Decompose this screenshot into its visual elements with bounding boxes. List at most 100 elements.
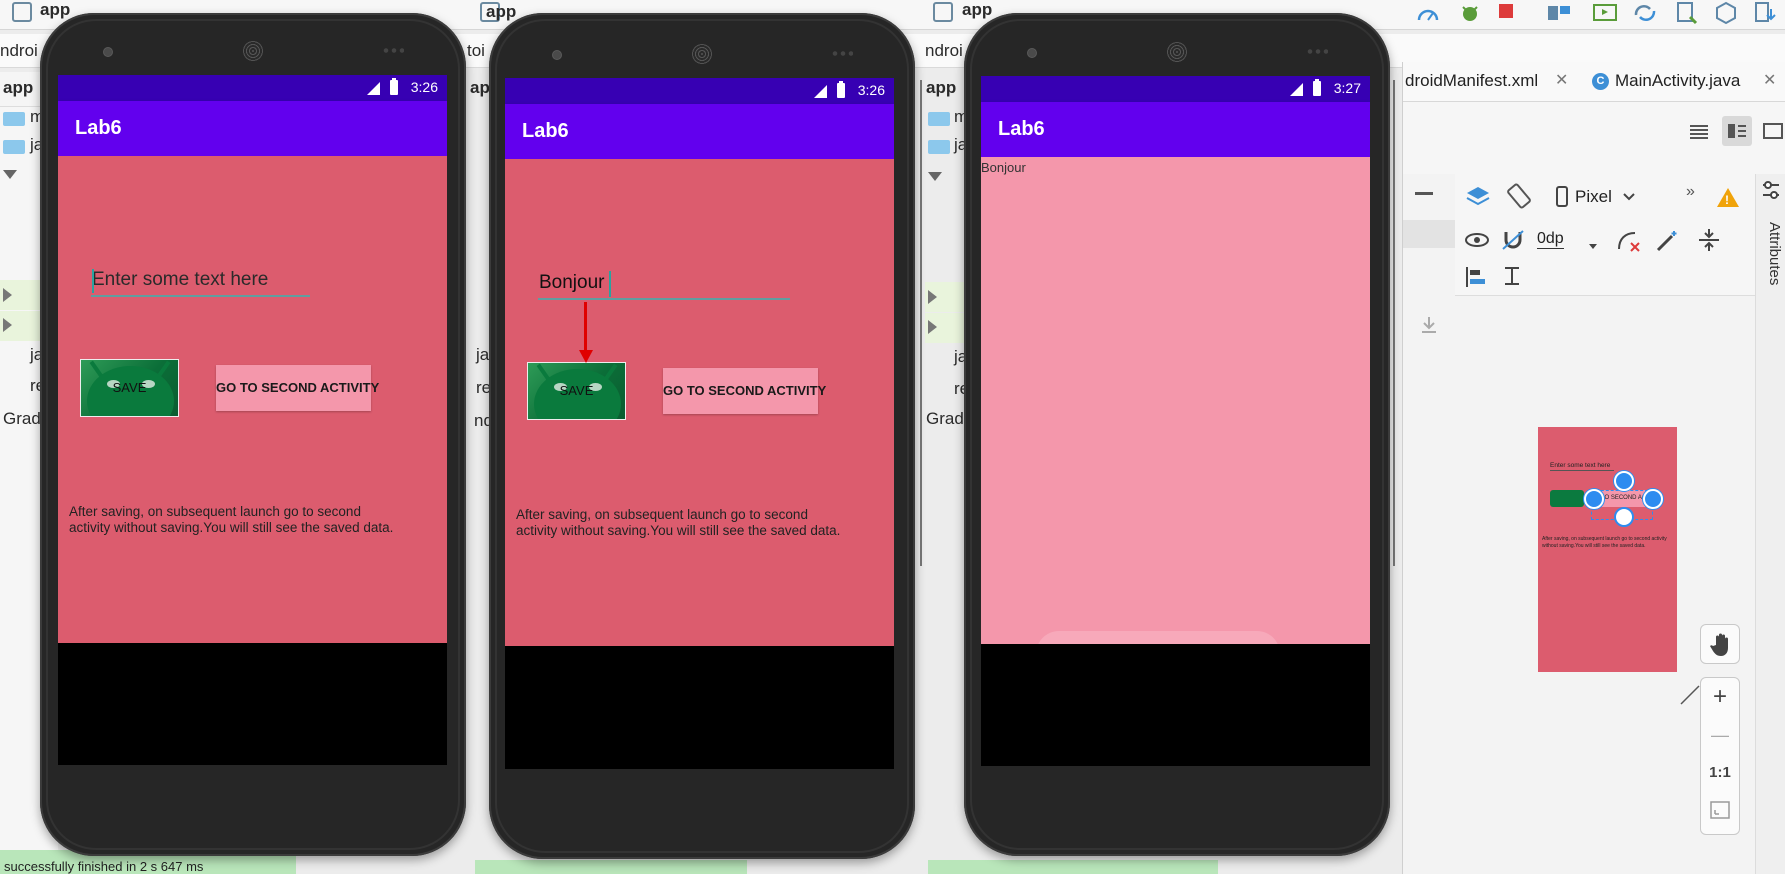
- status-time: 3:26: [410, 79, 438, 95]
- status-time: 3:26: [857, 82, 885, 98]
- magic-wand-icon[interactable]: [1655, 229, 1679, 253]
- align-icon[interactable]: [1465, 266, 1487, 288]
- device-selector[interactable]: Pixel: [1575, 187, 1612, 207]
- breadcrumb-app-mid[interactable]: app: [486, 2, 516, 22]
- pan-tool[interactable]: [1700, 624, 1740, 664]
- tab-fragment-right[interactable]: ndroi: [925, 41, 963, 61]
- magnet-off-icon[interactable]: [1501, 229, 1525, 251]
- java-class-icon: C: [1592, 73, 1609, 90]
- collapse-arrow-icon[interactable]: [3, 288, 12, 302]
- device-download-icon[interactable]: [1752, 1, 1776, 25]
- zoom-actual-size-button[interactable]: 1:1: [1701, 754, 1739, 792]
- debug-bug-icon[interactable]: [1458, 1, 1482, 25]
- annotation-arrow-head-icon: [579, 350, 593, 363]
- emulator-phone-1: 3:26 Lab6 Enter some text here SAVE GO T…: [40, 13, 466, 856]
- breadcrumb-app-right[interactable]: app: [962, 0, 992, 20]
- front-camera-icon: [552, 50, 562, 60]
- save-label: SAVE: [112, 380, 147, 395]
- tree-item-gradle-right[interactable]: Grad: [926, 409, 964, 429]
- tab-main-activity[interactable]: MainActivity.java: [1615, 71, 1740, 91]
- panel-separator: [920, 80, 922, 566]
- orientation-icon[interactable]: [1505, 182, 1533, 210]
- tune-icon[interactable]: [1761, 180, 1781, 200]
- constraint-handle-left[interactable]: [1584, 489, 1604, 509]
- profiler-gauge-icon[interactable]: [1416, 2, 1440, 24]
- chevron-down-icon[interactable]: [1589, 244, 1597, 250]
- earpiece-speaker-icon: [692, 44, 712, 64]
- app-toolbar: Lab6: [505, 104, 894, 159]
- text-input[interactable]: Enter some text here: [92, 269, 268, 291]
- collapse-arrow-icon[interactable]: [928, 290, 937, 304]
- gradle-sync-icon[interactable]: [1632, 1, 1658, 25]
- annotation-arrow-shaft: [584, 302, 587, 352]
- second-activity-content: Bonjour Passage vers la deuxieme activit…: [981, 157, 1370, 677]
- tab-android-manifest[interactable]: droidManifest.xml: [1405, 71, 1538, 91]
- layers-icon[interactable]: [1465, 184, 1491, 210]
- phone-3-screen[interactable]: 3:27 Lab6 Bonjour Passage vers la deuxie…: [981, 76, 1370, 766]
- description-text: After saving, on subsequent launch go to…: [516, 507, 841, 538]
- expand-arrow-icon[interactable]: [928, 172, 942, 181]
- tree-item-gradle[interactable]: Grad: [3, 409, 41, 429]
- clear-constraints-icon[interactable]: [1615, 229, 1643, 253]
- gutter-highlight: [1403, 220, 1455, 248]
- split-view-icon[interactable]: [1727, 123, 1747, 139]
- chevron-down-icon[interactable]: [1623, 192, 1635, 202]
- app-toolbar: Lab6: [981, 102, 1370, 157]
- text-cursor: [92, 269, 94, 293]
- module-folder-icon: [933, 2, 953, 22]
- download-icon[interactable]: [1421, 316, 1437, 334]
- collapse-arrow-icon[interactable]: [928, 320, 937, 334]
- signal-icon: [814, 85, 827, 98]
- breadcrumb-app[interactable]: app: [40, 0, 70, 20]
- status-bar: 3:26: [58, 75, 447, 101]
- collapse-arrow-icon[interactable]: [3, 318, 12, 332]
- tab-fragment-mid[interactable]: toi: [467, 41, 485, 61]
- go-to-second-activity-button[interactable]: GO TO SECOND ACTIVITY: [663, 368, 826, 414]
- stop-icon[interactable]: [1496, 1, 1516, 21]
- save-button[interactable]: SAVE: [80, 359, 179, 417]
- project-label-right[interactable]: app: [926, 78, 956, 98]
- guidelines-icon[interactable]: [1501, 266, 1523, 288]
- minimize-icon[interactable]: [1415, 192, 1433, 196]
- code-view-icon[interactable]: [1689, 124, 1709, 140]
- project-label[interactable]: app: [3, 78, 33, 98]
- zoom-out-button[interactable]: —: [1701, 716, 1739, 754]
- phone-1-screen[interactable]: 3:26 Lab6 Enter some text here SAVE GO T…: [58, 75, 447, 765]
- attributes-panel-label[interactable]: Attributes: [1766, 222, 1783, 285]
- pack-icon[interactable]: [1697, 228, 1721, 252]
- tab-fragment-left[interactable]: ndroi: [0, 41, 38, 61]
- package-icon[interactable]: [1714, 1, 1738, 25]
- constraint-handle-bottom[interactable]: [1614, 507, 1634, 527]
- device-icon[interactable]: [1555, 186, 1569, 208]
- design-view-icon[interactable]: [1763, 123, 1783, 139]
- tree-item-ja-mid[interactable]: ja: [476, 345, 489, 365]
- constraint-handle-right[interactable]: [1643, 489, 1663, 509]
- close-icon[interactable]: ✕: [1555, 70, 1568, 89]
- warning-mark: !: [1725, 193, 1729, 207]
- overflow-chevron-icon[interactable]: »: [1686, 183, 1695, 201]
- save-button[interactable]: SAVE: [527, 362, 626, 420]
- eye-icon[interactable]: [1465, 232, 1489, 248]
- main-activity-content: Bonjour SAVE GO TO SECOND ACTIVITY After…: [505, 159, 894, 646]
- close-icon[interactable]: ✕: [1763, 70, 1776, 89]
- hand-icon[interactable]: [1710, 633, 1732, 657]
- layout-preview[interactable]: Enter some text here O SECOND ACTI After…: [1538, 427, 1677, 672]
- sdk-manager-icon[interactable]: [1674, 1, 1700, 25]
- phone-2-screen[interactable]: 3:26 Lab6 Bonjour SAVE GO TO SECOND ACTI…: [505, 78, 894, 769]
- zoom-in-button[interactable]: +: [1701, 678, 1739, 716]
- expand-arrow-icon[interactable]: [3, 170, 17, 179]
- fit-screen-icon[interactable]: [1710, 801, 1730, 819]
- avd-manager-icon[interactable]: [1592, 2, 1618, 24]
- save-label: SAVE: [559, 383, 594, 398]
- go-to-second-activity-button[interactable]: GO TO SECOND ACTIVITY: [216, 365, 379, 411]
- constraint-handle-top[interactable]: [1614, 471, 1634, 491]
- view-mode-toolbar: [1403, 102, 1785, 174]
- default-margin-field[interactable]: 0dp: [1537, 230, 1564, 249]
- text-input[interactable]: Bonjour: [539, 272, 605, 294]
- app-title: Lab6: [998, 118, 1045, 140]
- front-camera-icon: [103, 47, 113, 57]
- resize-handle-icon[interactable]: [1679, 684, 1701, 706]
- sync-project-icon[interactable]: [1546, 3, 1572, 23]
- signal-icon: [367, 82, 380, 95]
- navigation-bar: [58, 643, 447, 765]
